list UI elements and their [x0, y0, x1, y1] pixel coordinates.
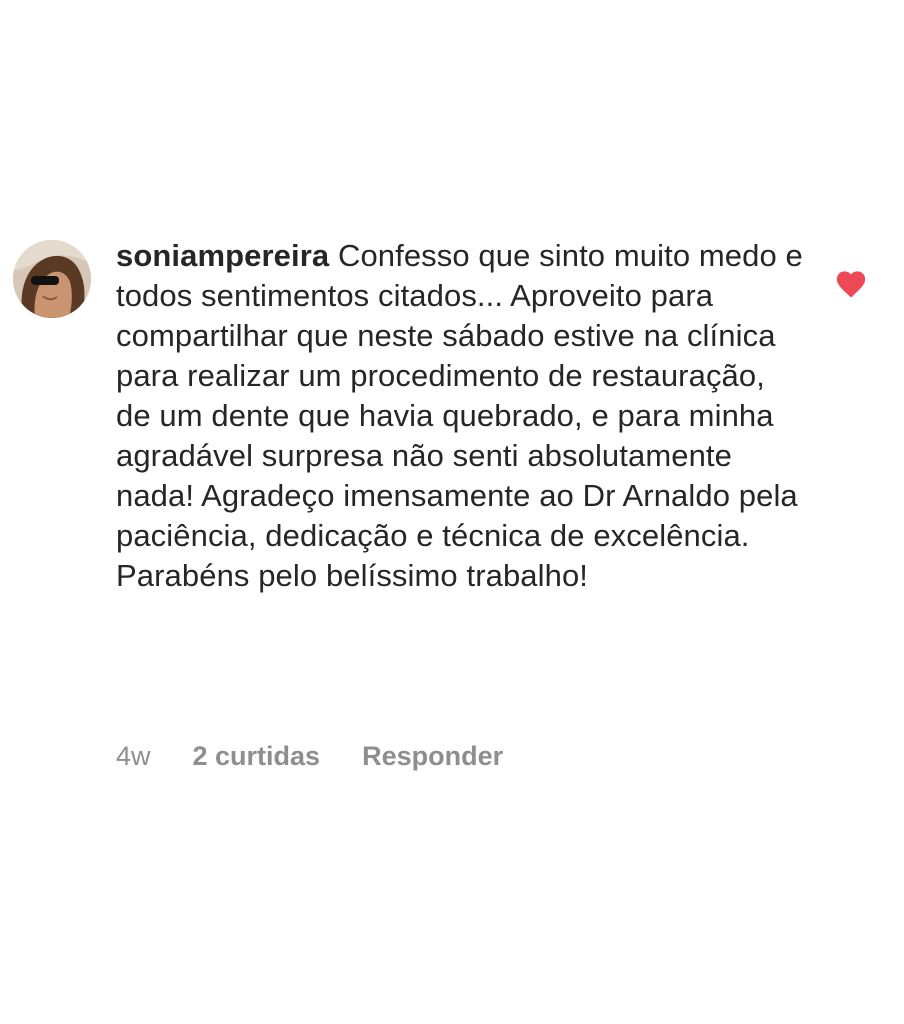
- heart-filled-icon: [836, 271, 866, 298]
- comment-body: soniampereira Confesso que sinto muito m…: [116, 236, 806, 596]
- comment: soniampereira Confesso que sinto muito m…: [0, 0, 904, 1024]
- comment-username[interactable]: soniampereira: [116, 238, 329, 273]
- user-avatar[interactable]: [13, 240, 91, 318]
- comment-meta: 4w 2 curtidas Responder: [116, 738, 503, 774]
- comment-timestamp: 4w: [116, 740, 151, 771]
- like-button[interactable]: [834, 267, 868, 299]
- avatar-photo: [13, 240, 91, 318]
- reply-button[interactable]: Responder: [362, 741, 503, 772]
- comment-text-block: soniampereira Confesso que sinto muito m…: [116, 236, 806, 596]
- likes-count-link[interactable]: 2 curtidas: [193, 741, 321, 772]
- comment-text: Confesso que sinto muito medo e todos se…: [116, 238, 803, 593]
